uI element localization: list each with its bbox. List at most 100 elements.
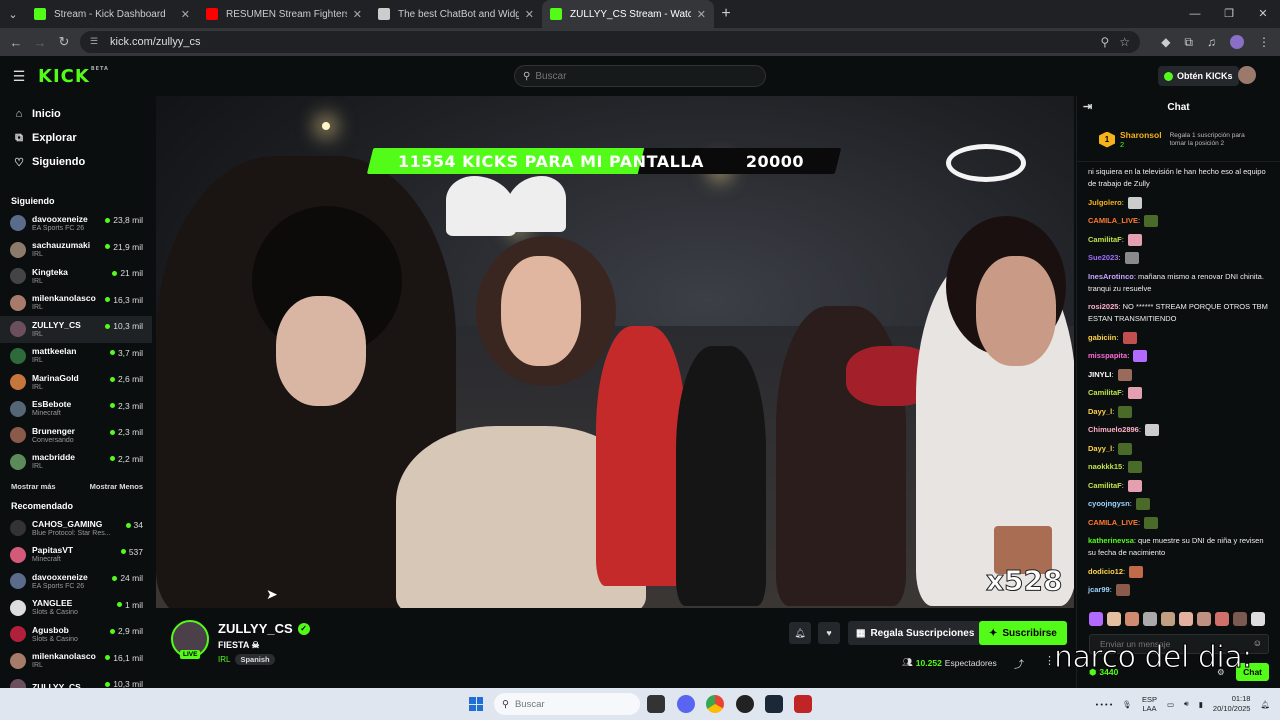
follow-heart-icon[interactable]: ♥ [818,622,840,644]
discord-icon[interactable] [677,695,695,713]
chat-username[interactable]: CAMILA_LIVE [1088,518,1138,527]
chat-username[interactable]: naokkk15 [1088,462,1122,471]
back-icon[interactable]: ← [4,35,28,50]
close-tab-icon[interactable]: ✕ [697,8,706,21]
forward-icon[interactable]: → [28,35,52,50]
sidebar-channel[interactable]: macbridde IRL 2,2 mil [0,449,152,476]
emote-icon[interactable] [1233,612,1247,626]
stream-category-link[interactable]: IRL [218,655,230,664]
leader-name[interactable]: Sharonsol [1120,130,1162,140]
sidebar-channel[interactable]: milenkanolasco IRL 16,3 mil [0,290,152,317]
chat-username[interactable]: CamilitaF [1088,481,1122,490]
steam-icon[interactable] [765,695,783,713]
browser-tab[interactable]: The best ChatBot and Widgets ✕ [370,0,542,28]
video-player[interactable]: 11554 KICKS PARA MI PANTALLA 20000 x528 … [156,96,1074,608]
chat-username[interactable]: Sue2023 [1088,253,1118,262]
chrome-icon[interactable] [706,695,724,713]
microphone-icon[interactable]: 🎙︎ [1122,700,1132,709]
close-window-icon[interactable]: ✕ [1246,0,1280,28]
notifications-bell-icon[interactable]: 🔔︎ [789,622,811,644]
network-icon[interactable]: ▭ [1167,700,1174,709]
sidebar-channel[interactable]: mattkeelan IRL 3,7 mil [0,343,152,370]
language-tag[interactable]: Spanish [235,654,275,665]
emote-icon[interactable] [1197,612,1211,626]
zoom-icon[interactable]: ⚲ [1100,35,1109,49]
chat-username[interactable]: gabiciin [1088,333,1116,342]
clock[interactable]: 01:18 20/10/2025 [1213,694,1251,714]
chat-username[interactable]: CamilitaF [1088,235,1122,244]
search-bar[interactable]: ⚲ [514,65,766,87]
chat-username[interactable]: jcar99 [1088,585,1110,594]
search-input[interactable] [535,70,746,82]
emote-icon[interactable] [1161,612,1175,626]
emote-icon[interactable] [1143,612,1157,626]
close-tab-icon[interactable]: ✕ [353,8,362,21]
share-icon[interactable]: ⤴ [1014,656,1024,671]
sidebar-channel[interactable]: EsBebote Minecraft 2,3 mil [0,396,152,423]
chat-username[interactable]: InesArotinco [1088,272,1134,281]
extension-icon[interactable]: ◆ [1161,35,1170,49]
gift-subs-button[interactable]: ▦ Regala Suscripciones [848,621,983,645]
url-field[interactable]: ☰ kick.com/zullyy_cs ⚲ ☆ [80,31,1140,53]
browser-tab[interactable]: Stream - Kick Dashboard ✕ [26,0,198,28]
emoji-icon[interactable]: ☺ [1253,638,1262,648]
browser-profile-avatar[interactable] [1230,35,1244,49]
kick-logo[interactable]: KICKBETA [38,66,109,87]
sidebar-channel[interactable]: Brunenger Conversando 2,3 mil [0,422,152,449]
sidebar-channel[interactable]: CAHOS_GAMING Blue Protocol: Star Res... 34 [0,515,152,542]
tray-overflow-icon[interactable]: • • • • [1096,700,1113,709]
app-icon[interactable] [794,695,812,713]
sidebar-channel[interactable]: Kingteka IRL 21 mil [0,263,152,290]
sidebar-channel[interactable]: MarinaGold IRL 2,6 mil [0,369,152,396]
show-less-link[interactable]: Mostrar Menos [90,482,143,491]
chat-username[interactable]: JINYLI [1088,370,1111,379]
chat-username[interactable]: cyoojngysn [1088,499,1130,508]
close-tab-icon[interactable]: ✕ [525,8,534,21]
browser-tab[interactable]: ZULLYY_CS Stream - Watch ✕ [542,0,714,28]
sidebar-channel[interactable]: PapitasVT Minecraft 537 [0,542,152,569]
sidebar-channel[interactable]: ZULLYY_CS IRL 10,3 mil [0,316,152,343]
volume-icon[interactable]: 🔊︎ [1184,699,1189,709]
chat-username[interactable]: CAMILA_LIVE [1088,216,1138,225]
bookmark-star-icon[interactable]: ☆ [1119,35,1130,49]
get-kicks-button[interactable]: Obtén KICKs [1158,66,1239,86]
taskbar-search[interactable]: ⚲ [494,693,640,715]
chat-username[interactable]: katherinevsa [1088,536,1134,545]
chat-username[interactable]: rosi2025 [1088,302,1118,311]
media-control-icon[interactable]: ♫ [1207,35,1216,49]
maximize-icon[interactable]: ❐ [1212,0,1246,28]
tab-search-icon[interactable]: ⌄ [0,0,26,28]
chat-username[interactable]: Chimuelo2896 [1088,425,1139,434]
obs-icon[interactable] [736,695,754,713]
chat-username[interactable]: dodicio12 [1088,567,1123,576]
language-indicator[interactable]: ESP LAA [1142,695,1157,713]
sidebar-channel[interactable]: ZULLYY_CS 10,3 mil [0,674,152,688]
battery-icon[interactable]: ▮ [1199,700,1203,709]
chat-username[interactable]: Julgolero [1088,198,1122,207]
sidebar-channel[interactable]: YANGLEE Slots & Casino 1 mil [0,595,152,622]
emote-icon[interactable] [1179,612,1193,626]
emote-icon[interactable] [1215,612,1229,626]
emote-icon[interactable] [1107,612,1121,626]
sidebar-channel[interactable]: Agusbob Slots & Casino 2,9 mil [0,621,152,648]
collapse-chat-icon[interactable]: ⇥ [1083,100,1092,113]
extensions-puzzle-icon[interactable]: ⧉ [1184,35,1193,50]
notifications-icon[interactable]: 🔔︎ [1260,700,1270,709]
chat-username[interactable]: CamilitaF [1088,388,1122,397]
hamburger-menu-icon[interactable]: ☰ [0,68,38,85]
show-more-link[interactable]: Mostrar más [11,482,56,491]
sidebar-channel[interactable]: milenkanolasco IRL 16,1 mil [0,648,152,675]
taskbar-search-input[interactable] [514,698,625,710]
emote-icon[interactable] [1251,612,1265,626]
emote-icon[interactable] [1125,612,1139,626]
browser-menu-icon[interactable]: ⋮ [1258,35,1270,49]
nav-item-inicio[interactable]: ⌂ Inicio [0,102,152,126]
nav-item-siguiendo[interactable]: ♡ Siguiendo [0,150,152,174]
minimize-icon[interactable]: — [1178,0,1212,28]
browser-tab[interactable]: RESUMEN Stream Fighters ✕ [198,0,370,28]
reload-icon[interactable]: ↻ [52,34,76,50]
task-view-icon[interactable] [647,695,665,713]
streamer-name[interactable]: ZULLYY_CS ✓ [218,621,310,636]
site-info-icon[interactable]: ☰ [90,36,102,48]
sidebar-channel[interactable]: davooxeneize EA Sports FC 26 24 mil [0,568,152,595]
